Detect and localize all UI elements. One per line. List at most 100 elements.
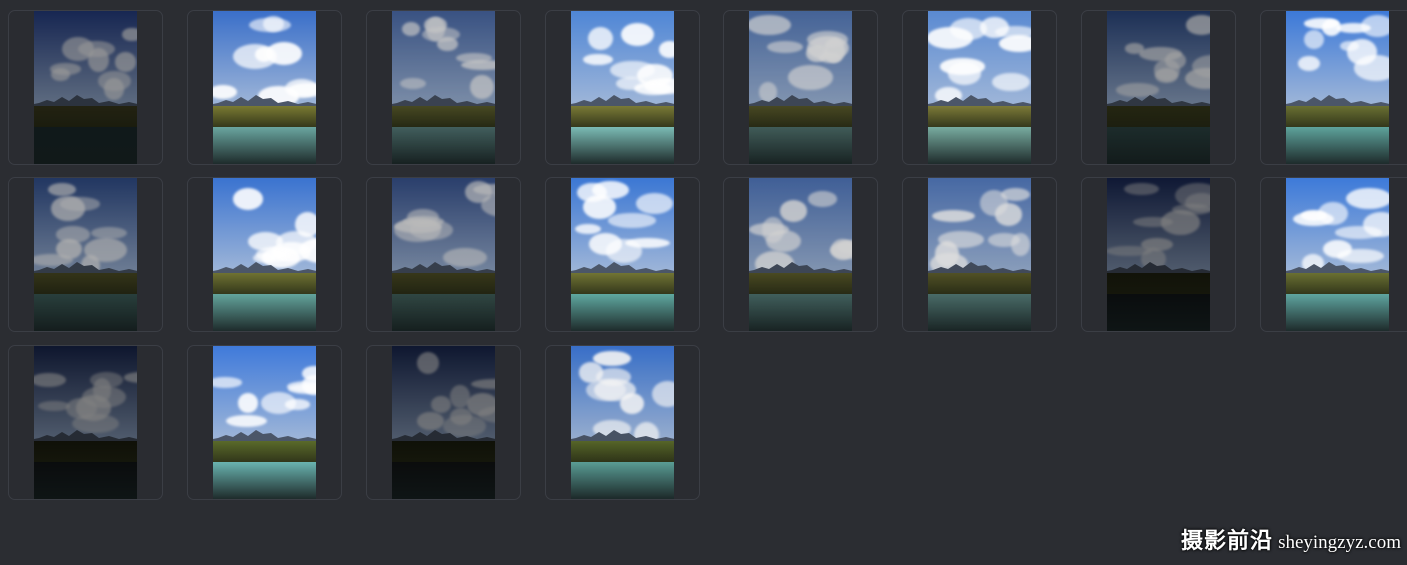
thumbnail-image [1286, 178, 1389, 331]
lake-water [571, 294, 674, 331]
thumbnail-image [571, 178, 674, 331]
cloud [61, 36, 95, 62]
thumbnail-card[interactable] [902, 10, 1057, 165]
thumbnail-card[interactable] [545, 345, 700, 500]
cloud [1336, 22, 1372, 34]
thumbnail-card[interactable] [1081, 177, 1236, 332]
cloud [114, 52, 136, 72]
cloud [51, 67, 70, 81]
cloud [928, 26, 974, 49]
thumbnail-image [571, 346, 674, 499]
thumbnail-image [1107, 11, 1210, 164]
thumbnail-card[interactable] [8, 10, 163, 165]
lake-water [213, 294, 316, 331]
cloud [1354, 55, 1389, 81]
cloud [1297, 56, 1321, 72]
lake-water [1107, 294, 1210, 331]
cloud [587, 26, 613, 51]
thumbnail-image [928, 11, 1031, 164]
cloud [589, 232, 622, 255]
thumbnail-card[interactable] [187, 345, 342, 500]
lake-water [392, 462, 495, 499]
cloud [213, 377, 243, 388]
thumbnail-card[interactable] [366, 10, 521, 165]
cloud [1303, 30, 1324, 50]
cloud [233, 188, 263, 211]
cloud [91, 226, 127, 239]
cloud [749, 15, 791, 36]
thumbnail-image [928, 178, 1031, 331]
lake-water [571, 127, 674, 164]
thumbnail-grid [0, 0, 1407, 520]
lake-water [1286, 294, 1389, 331]
cloud [940, 58, 986, 75]
lake-water [34, 127, 137, 164]
cloud [1124, 43, 1145, 54]
thumbnail-card[interactable] [545, 177, 700, 332]
cloud [830, 238, 852, 260]
lake-water [928, 294, 1031, 331]
thumbnail-image [392, 178, 495, 331]
thumbnail-card[interactable] [1260, 177, 1407, 332]
thumbnail-image [749, 11, 852, 164]
cloud [401, 22, 420, 36]
thumbnail-card[interactable] [723, 10, 878, 165]
thumbnail-image [571, 11, 674, 164]
thumbnail-image [392, 11, 495, 164]
thumbnail-card[interactable] [8, 345, 163, 500]
cloud [89, 371, 124, 388]
cloud [1340, 40, 1359, 51]
thumbnail-card[interactable] [545, 10, 700, 165]
cloud [399, 77, 426, 89]
thumbnail-image [34, 11, 137, 164]
cloud [932, 210, 976, 222]
lake-water [392, 127, 495, 164]
cloud [261, 391, 296, 414]
thumbnail-image [213, 178, 316, 331]
watermark: 摄影前沿 sheyingzyz.com [1181, 523, 1401, 555]
cloud [1334, 225, 1383, 239]
thumbnail-image [1107, 178, 1210, 331]
cloud [456, 52, 492, 63]
thumbnail-card[interactable] [1260, 10, 1407, 165]
cloud [787, 65, 833, 90]
thumbnail-card[interactable] [1081, 10, 1236, 165]
cloud [658, 41, 674, 58]
cloud [1322, 239, 1352, 258]
thumbnail-image [34, 346, 137, 499]
lake-water [213, 462, 316, 499]
cloud [998, 34, 1031, 52]
thumbnail-card[interactable] [366, 345, 521, 500]
cloud [1133, 216, 1173, 227]
thumbnail-card[interactable] [366, 177, 521, 332]
watermark-domain: sheyingzyz.com [1278, 532, 1401, 553]
cloud [1184, 192, 1210, 212]
cloud [608, 213, 657, 228]
thumbnail-card[interactable] [187, 10, 342, 165]
thumbnail-card[interactable] [902, 177, 1057, 332]
cloud [635, 193, 673, 214]
watermark-chinese: 摄影前沿 [1180, 528, 1273, 554]
cloud [394, 218, 442, 242]
thumbnail-image [34, 178, 137, 331]
lake-water [749, 127, 852, 164]
lake-water [928, 127, 1031, 164]
cloud [437, 36, 458, 52]
cloud [1346, 187, 1389, 210]
lake-water [749, 294, 852, 331]
thumbnail-image [1286, 11, 1389, 164]
cloud [423, 17, 448, 33]
lake-water [34, 462, 137, 499]
thumbnail-card[interactable] [723, 177, 878, 332]
lake-water [571, 462, 674, 499]
cloud [50, 196, 86, 221]
cloud [238, 393, 258, 413]
cloud [1321, 19, 1341, 36]
cloud [430, 395, 451, 413]
thumbnail-card[interactable] [8, 177, 163, 332]
cloud [122, 27, 137, 42]
cloud [980, 16, 1009, 38]
thumbnail-card[interactable] [187, 177, 342, 332]
cloud [980, 190, 1008, 216]
thumbnail-image [392, 346, 495, 499]
